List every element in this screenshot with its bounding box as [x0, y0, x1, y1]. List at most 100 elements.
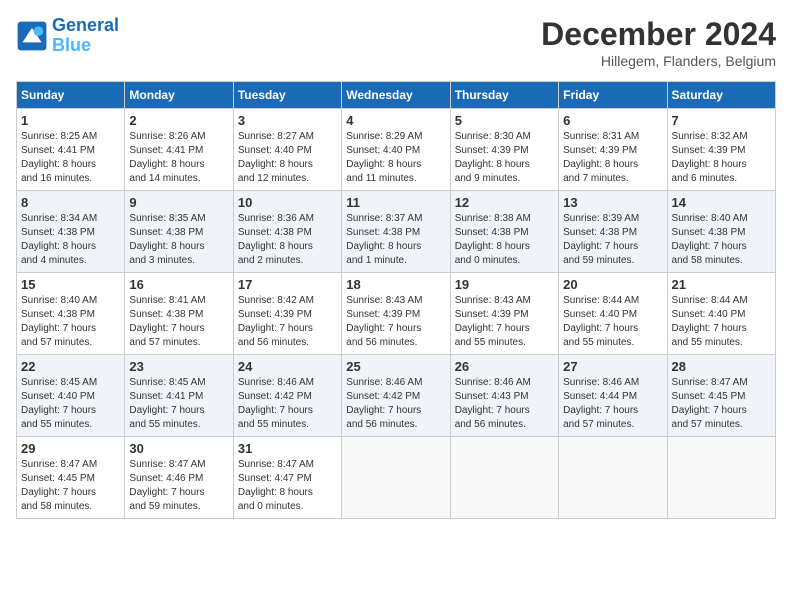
day-info: Sunrise: 8:35 AMSunset: 4:38 PMDaylight:… — [129, 212, 228, 268]
day-number: 22 — [21, 359, 120, 374]
day-number: 7 — [672, 113, 771, 128]
day-number: 5 — [455, 113, 554, 128]
calendar-cell: 13 Sunrise: 8:39 AMSunset: 4:38 PMDayligh… — [559, 191, 667, 273]
day-info: Sunrise: 8:47 AMSunset: 4:45 PMDaylight:… — [672, 376, 771, 432]
day-number: 28 — [672, 359, 771, 374]
day-number: 25 — [346, 359, 445, 374]
day-info: Sunrise: 8:43 AMSunset: 4:39 PMDaylight:… — [455, 294, 554, 350]
day-header-tuesday: Tuesday — [233, 82, 341, 109]
day-info: Sunrise: 8:45 AMSunset: 4:41 PMDaylight:… — [129, 376, 228, 432]
calendar-cell: 4Sunrise: 8:29 AMSunset: 4:40 PMDaylight… — [342, 109, 450, 191]
calendar-cell — [450, 437, 558, 519]
calendar-cell: 20 Sunrise: 8:44 AMSunset: 4:40 PMDayligh… — [559, 273, 667, 355]
day-number: 17 — [238, 277, 337, 292]
day-info: Sunrise: 8:31 AMSunset: 4:39 PMDaylight:… — [563, 130, 662, 186]
month-title: December 2024 — [541, 16, 776, 53]
calendar-cell: 16 Sunrise: 8:41 AMSunset: 4:38 PMDayligh… — [125, 273, 233, 355]
day-info: Sunrise: 8:46 AMSunset: 4:44 PMDaylight:… — [563, 376, 662, 432]
calendar-cell: 11 Sunrise: 8:37 AMSunset: 4:38 PMDayligh… — [342, 191, 450, 273]
day-info: Sunrise: 8:40 AMSunset: 4:38 PMDaylight:… — [672, 212, 771, 268]
day-info: Sunrise: 8:38 AMSunset: 4:38 PMDaylight:… — [455, 212, 554, 268]
calendar-cell — [667, 437, 775, 519]
day-number: 9 — [129, 195, 228, 210]
day-header-monday: Monday — [125, 82, 233, 109]
day-info: Sunrise: 8:26 AMSunset: 4:41 PMDaylight:… — [129, 130, 228, 186]
day-number: 16 — [129, 277, 228, 292]
day-number: 20 — [563, 277, 662, 292]
day-info: Sunrise: 8:39 AMSunset: 4:38 PMDaylight:… — [563, 212, 662, 268]
day-number: 21 — [672, 277, 771, 292]
day-number: 6 — [563, 113, 662, 128]
calendar-cell: 28 Sunrise: 8:47 AMSunset: 4:45 PMDayligh… — [667, 355, 775, 437]
calendar-cell: 31 Sunrise: 8:47 AMSunset: 4:47 PMDayligh… — [233, 437, 341, 519]
logo-icon — [16, 20, 48, 52]
calendar-cell: 22 Sunrise: 8:45 AMSunset: 4:40 PMDayligh… — [17, 355, 125, 437]
logo: General Blue — [16, 16, 119, 56]
day-number: 24 — [238, 359, 337, 374]
day-number: 15 — [21, 277, 120, 292]
header-row: SundayMondayTuesdayWednesdayThursdayFrid… — [17, 82, 776, 109]
day-info: Sunrise: 8:41 AMSunset: 4:38 PMDaylight:… — [129, 294, 228, 350]
day-number: 4 — [346, 113, 445, 128]
day-info: Sunrise: 8:46 AMSunset: 4:43 PMDaylight:… — [455, 376, 554, 432]
day-number: 11 — [346, 195, 445, 210]
calendar-cell: 27 Sunrise: 8:46 AMSunset: 4:44 PMDayligh… — [559, 355, 667, 437]
day-info: Sunrise: 8:45 AMSunset: 4:40 PMDaylight:… — [21, 376, 120, 432]
calendar-cell: 26Sunrise: 8:46 AMSunset: 4:43 PMDayligh… — [450, 355, 558, 437]
calendar-cell: 23 Sunrise: 8:45 AMSunset: 4:41 PMDayligh… — [125, 355, 233, 437]
day-header-thursday: Thursday — [450, 82, 558, 109]
week-row-1: 1Sunrise: 8:25 AMSunset: 4:41 PMDaylight… — [17, 109, 776, 191]
calendar-cell: 19Sunrise: 8:43 AMSunset: 4:39 PMDayligh… — [450, 273, 558, 355]
day-number: 3 — [238, 113, 337, 128]
calendar-body: 1Sunrise: 8:25 AMSunset: 4:41 PMDaylight… — [17, 109, 776, 519]
day-info: Sunrise: 8:34 AMSunset: 4:38 PMDaylight:… — [21, 212, 120, 268]
calendar-cell: 2 Sunrise: 8:26 AMSunset: 4:41 PMDaylight… — [125, 109, 233, 191]
title-block: December 2024 Hillegem, Flanders, Belgiu… — [541, 16, 776, 69]
day-number: 12 — [455, 195, 554, 210]
page-header: General Blue December 2024 Hillegem, Fla… — [16, 16, 776, 69]
calendar-cell: 18Sunrise: 8:43 AMSunset: 4:39 PMDayligh… — [342, 273, 450, 355]
day-number: 23 — [129, 359, 228, 374]
calendar-cell: 29Sunrise: 8:47 AMSunset: 4:45 PMDayligh… — [17, 437, 125, 519]
day-info: Sunrise: 8:44 AMSunset: 4:40 PMDaylight:… — [563, 294, 662, 350]
day-info: Sunrise: 8:47 AMSunset: 4:47 PMDaylight:… — [238, 458, 337, 514]
day-info: Sunrise: 8:32 AMSunset: 4:39 PMDaylight:… — [672, 130, 771, 186]
day-info: Sunrise: 8:37 AMSunset: 4:38 PMDaylight:… — [346, 212, 445, 268]
day-number: 13 — [563, 195, 662, 210]
calendar-cell: 24 Sunrise: 8:46 AMSunset: 4:42 PMDayligh… — [233, 355, 341, 437]
day-header-saturday: Saturday — [667, 82, 775, 109]
calendar-cell: 25Sunrise: 8:46 AMSunset: 4:42 PMDayligh… — [342, 355, 450, 437]
day-info: Sunrise: 8:43 AMSunset: 4:39 PMDaylight:… — [346, 294, 445, 350]
day-number: 30 — [129, 441, 228, 456]
day-number: 31 — [238, 441, 337, 456]
day-info: Sunrise: 8:27 AMSunset: 4:40 PMDaylight:… — [238, 130, 337, 186]
day-number: 8 — [21, 195, 120, 210]
day-number: 14 — [672, 195, 771, 210]
day-info: Sunrise: 8:42 AMSunset: 4:39 PMDaylight:… — [238, 294, 337, 350]
calendar-cell: 8 Sunrise: 8:34 AMSunset: 4:38 PMDaylight… — [17, 191, 125, 273]
day-header-sunday: Sunday — [17, 82, 125, 109]
week-row-3: 15 Sunrise: 8:40 AMSunset: 4:38 PMDayligh… — [17, 273, 776, 355]
week-row-4: 22 Sunrise: 8:45 AMSunset: 4:40 PMDayligh… — [17, 355, 776, 437]
day-info: Sunrise: 8:30 AMSunset: 4:39 PMDaylight:… — [455, 130, 554, 186]
week-row-2: 8 Sunrise: 8:34 AMSunset: 4:38 PMDaylight… — [17, 191, 776, 273]
day-info: Sunrise: 8:40 AMSunset: 4:38 PMDaylight:… — [21, 294, 120, 350]
calendar-cell: 10Sunrise: 8:36 AMSunset: 4:38 PMDayligh… — [233, 191, 341, 273]
calendar-cell: 17 Sunrise: 8:42 AMSunset: 4:39 PMDayligh… — [233, 273, 341, 355]
day-info: Sunrise: 8:46 AMSunset: 4:42 PMDaylight:… — [238, 376, 337, 432]
calendar-cell: 9 Sunrise: 8:35 AMSunset: 4:38 PMDaylight… — [125, 191, 233, 273]
day-number: 1 — [21, 113, 120, 128]
day-info: Sunrise: 8:47 AMSunset: 4:46 PMDaylight:… — [129, 458, 228, 514]
calendar-table: SundayMondayTuesdayWednesdayThursdayFrid… — [16, 81, 776, 519]
calendar-cell: 5 Sunrise: 8:30 AMSunset: 4:39 PMDaylight… — [450, 109, 558, 191]
week-row-5: 29Sunrise: 8:47 AMSunset: 4:45 PMDayligh… — [17, 437, 776, 519]
calendar-cell: 3 Sunrise: 8:27 AMSunset: 4:40 PMDaylight… — [233, 109, 341, 191]
day-number: 2 — [129, 113, 228, 128]
calendar-cell: 6 Sunrise: 8:31 AMSunset: 4:39 PMDaylight… — [559, 109, 667, 191]
calendar-cell: 21Sunrise: 8:44 AMSunset: 4:40 PMDayligh… — [667, 273, 775, 355]
day-info: Sunrise: 8:47 AMSunset: 4:45 PMDaylight:… — [21, 458, 120, 514]
day-number: 27 — [563, 359, 662, 374]
day-header-friday: Friday — [559, 82, 667, 109]
day-info: Sunrise: 8:36 AMSunset: 4:38 PMDaylight:… — [238, 212, 337, 268]
day-header-wednesday: Wednesday — [342, 82, 450, 109]
